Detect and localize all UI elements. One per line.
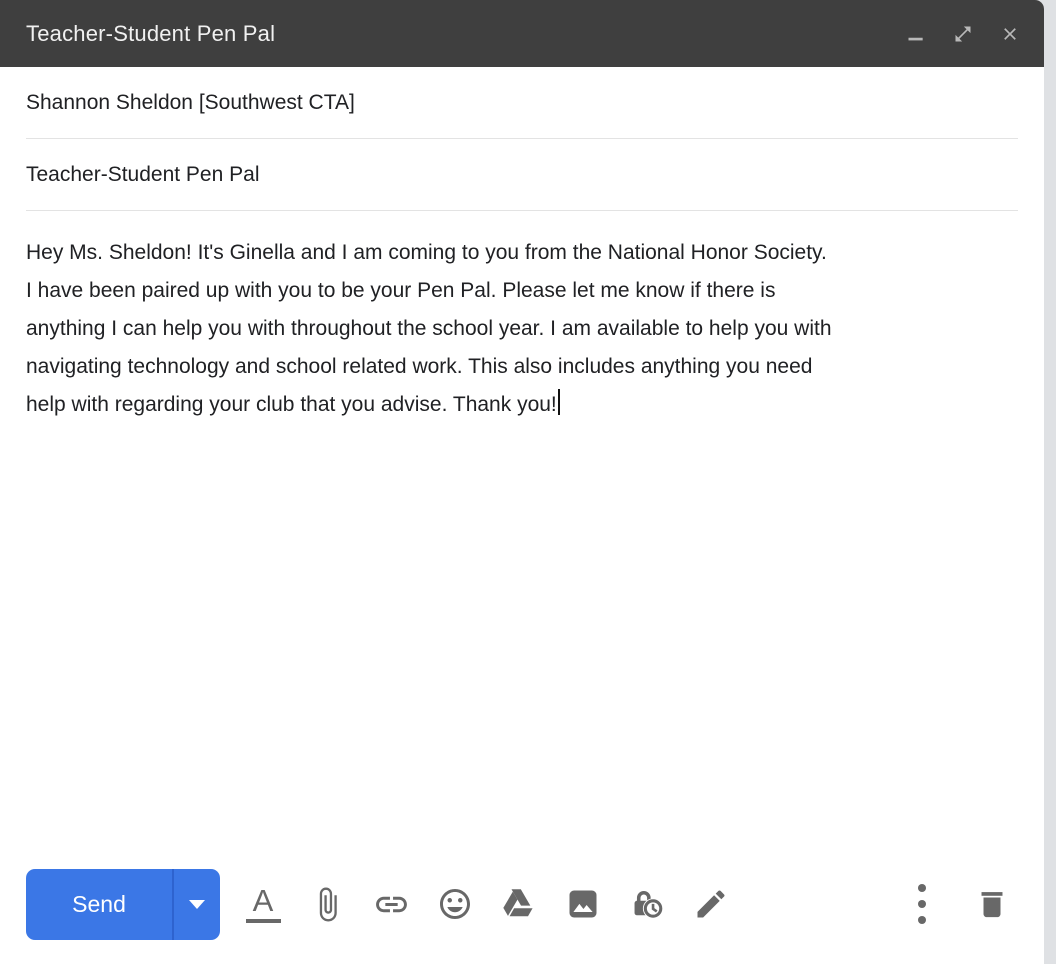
send-label: Send	[72, 890, 126, 917]
more-options-button[interactable]	[900, 872, 944, 936]
close-icon	[1004, 27, 1016, 40]
open-in-full-icon	[955, 26, 971, 41]
subject-field[interactable]: Teacher-Student Pen Pal	[26, 139, 1018, 211]
insert-photo-button[interactable]	[551, 872, 615, 936]
toolbar-right-icons	[900, 872, 1014, 936]
body-line: help with regarding your club that you a…	[26, 386, 1018, 424]
close-button[interactable]	[1000, 24, 1020, 44]
message-body-editor[interactable]: Hey Ms. Sheldon! It's Ginella and I am c…	[0, 211, 1044, 964]
dropdown-arrow-icon	[189, 899, 205, 909]
more-vert-icon	[918, 884, 926, 924]
lock-clock-icon	[634, 890, 663, 919]
recipient-field[interactable]: Shannon Sheldon [Southwest CTA]	[26, 67, 1018, 139]
minimize-button[interactable]	[906, 24, 926, 44]
compose-toolbar: Send A	[26, 868, 1014, 940]
link-icon	[375, 896, 407, 912]
page-background-strip	[1044, 0, 1056, 964]
subject-value: Teacher-Student Pen Pal	[26, 162, 260, 186]
insert-emoji-button[interactable]	[423, 872, 487, 936]
send-button[interactable]: Send	[26, 869, 172, 940]
text-cursor	[557, 389, 560, 415]
insert-signature-button[interactable]	[679, 872, 743, 936]
insert-from-drive-button[interactable]	[487, 872, 551, 936]
insert-link-button[interactable]	[359, 872, 423, 936]
emoji-icon	[440, 889, 470, 919]
image-icon	[569, 890, 597, 918]
compose-window: Teacher-Student Pen Pal Shannon Sheldon …	[0, 0, 1044, 964]
toolbar-icons: A	[231, 872, 743, 936]
body-line: Hey Ms. Sheldon! It's Ginella and I am c…	[26, 241, 827, 264]
body-line: anything I can help you with throughout …	[26, 317, 832, 340]
google-drive-icon	[503, 889, 533, 917]
pen-icon	[697, 890, 725, 918]
send-button-group: Send	[26, 868, 220, 940]
send-options-button[interactable]	[174, 869, 220, 940]
body-line-text: help with regarding your club that you a…	[26, 393, 557, 416]
window-title: Teacher-Student Pen Pal	[26, 20, 276, 46]
attach-files-button[interactable]	[295, 872, 359, 936]
compose-header: Teacher-Student Pen Pal	[0, 0, 1044, 67]
body-line: navigating technology and school related…	[26, 355, 813, 378]
paperclip-icon	[319, 887, 337, 921]
window-controls	[906, 24, 1020, 44]
format-text-icon: A	[245, 882, 281, 923]
trash-icon	[981, 892, 1003, 918]
formatting-options-button[interactable]: A	[231, 872, 295, 936]
minimize-icon	[908, 37, 923, 40]
pop-out-button[interactable]	[953, 24, 973, 44]
format-letter: A	[252, 882, 274, 918]
discard-draft-button[interactable]	[970, 872, 1014, 936]
recipient-value: Shannon Sheldon [Southwest CTA]	[26, 90, 355, 114]
body-line: I have been paired up with you to be you…	[26, 279, 776, 302]
confidential-mode-button[interactable]	[615, 872, 679, 936]
